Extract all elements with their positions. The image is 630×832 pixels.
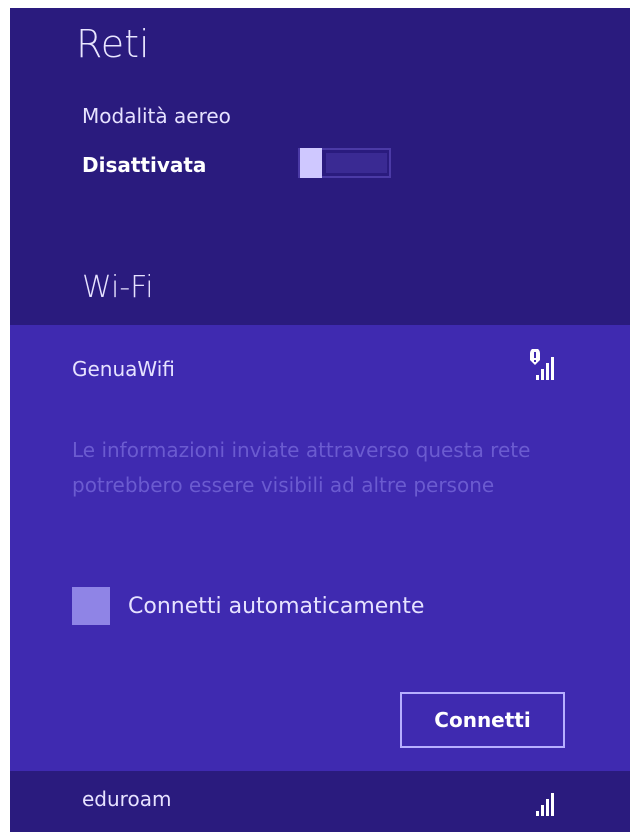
network-item-genuawifi[interactable]: GenuaWifi Le informazioni inviate attrav… [10, 325, 630, 771]
airplane-mode-toggle[interactable] [298, 148, 391, 178]
panel-title: Reti [76, 22, 150, 66]
toggle-thumb[interactable] [300, 148, 322, 178]
toggle-track [326, 153, 387, 173]
wifi-signal-icon [536, 793, 554, 816]
airplane-mode-state: Disattivata [82, 153, 207, 177]
network-name: GenuaWifi [72, 357, 175, 381]
auto-connect-checkbox[interactable] [72, 587, 110, 625]
auto-connect-label[interactable]: Connetti automaticamente [128, 594, 424, 619]
auto-connect-row[interactable]: Connetti automaticamente [72, 587, 424, 625]
network-name: eduroam [82, 787, 172, 811]
wifi-heading: Wi-Fi [82, 270, 154, 305]
networks-panel: Reti Modalità aereo Disattivata Wi-Fi Ge… [10, 8, 630, 832]
connect-button[interactable]: Connetti [400, 692, 565, 748]
security-warning: Le informazioni inviate attraverso quest… [72, 438, 531, 497]
wifi-signal-warning-icon [530, 349, 554, 380]
airplane-mode-label: Modalità aereo [82, 104, 231, 128]
network-item-eduroam[interactable]: eduroam [10, 771, 630, 832]
